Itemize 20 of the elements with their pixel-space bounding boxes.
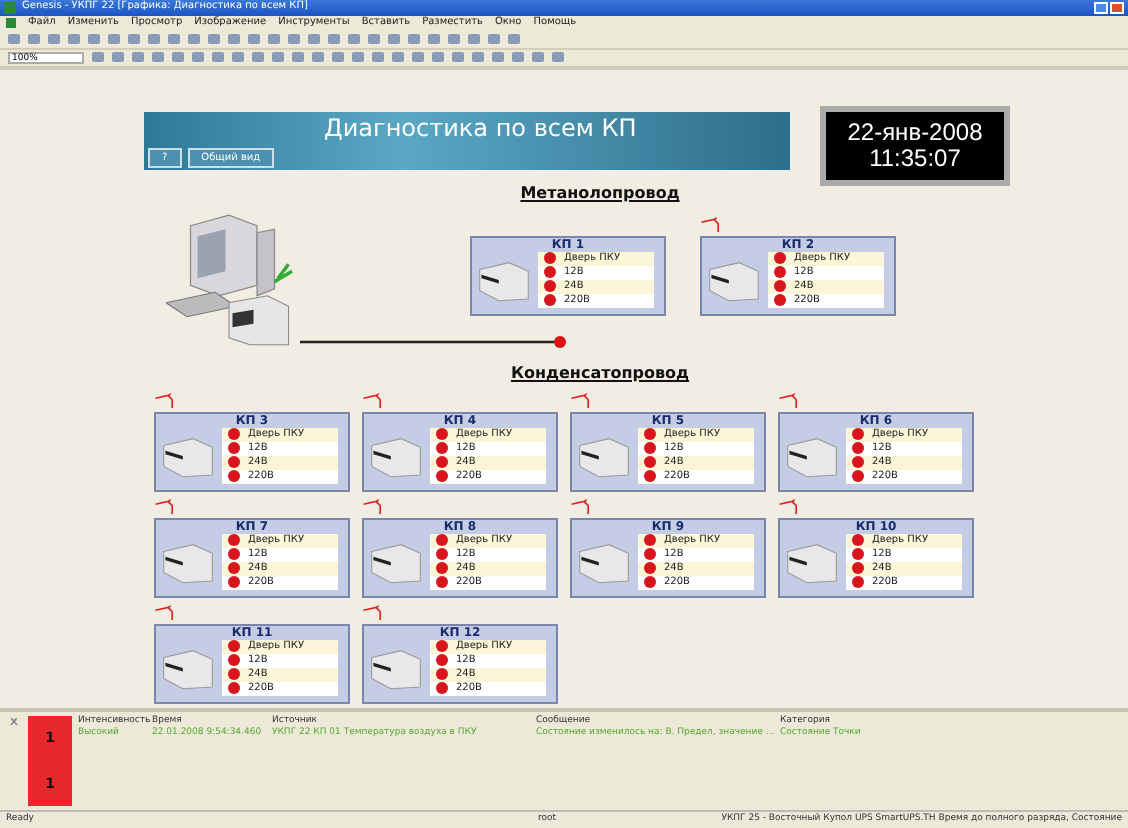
- cabinet-icon: [578, 539, 630, 584]
- cabinet-icon: [370, 539, 422, 584]
- cabinet-icon: [708, 257, 760, 302]
- cabinet-icon: [162, 539, 214, 584]
- clock-date: 22-янв-2008: [847, 119, 983, 146]
- minimize-button[interactable]: [1094, 1, 1108, 14]
- cabinet-icon: [162, 645, 214, 690]
- cabinet-icon: [786, 539, 838, 584]
- cabinet-icon: [478, 257, 530, 302]
- section-title: Метанолопровод: [520, 183, 680, 204]
- cabinet-icon: [786, 433, 838, 478]
- clock-time: 11:35:07: [869, 145, 961, 172]
- cabinet-icon: [578, 433, 630, 478]
- close-button[interactable]: [1110, 1, 1124, 14]
- section-title: Конденсатопровод: [510, 363, 690, 384]
- screen-title: Диагностика по всем КП: [324, 115, 637, 142]
- close-icon[interactable]: [10, 717, 18, 726]
- cabinet-icon: [370, 645, 422, 690]
- cabinet-icon: [370, 433, 422, 478]
- cabinet-icon: [162, 433, 214, 478]
